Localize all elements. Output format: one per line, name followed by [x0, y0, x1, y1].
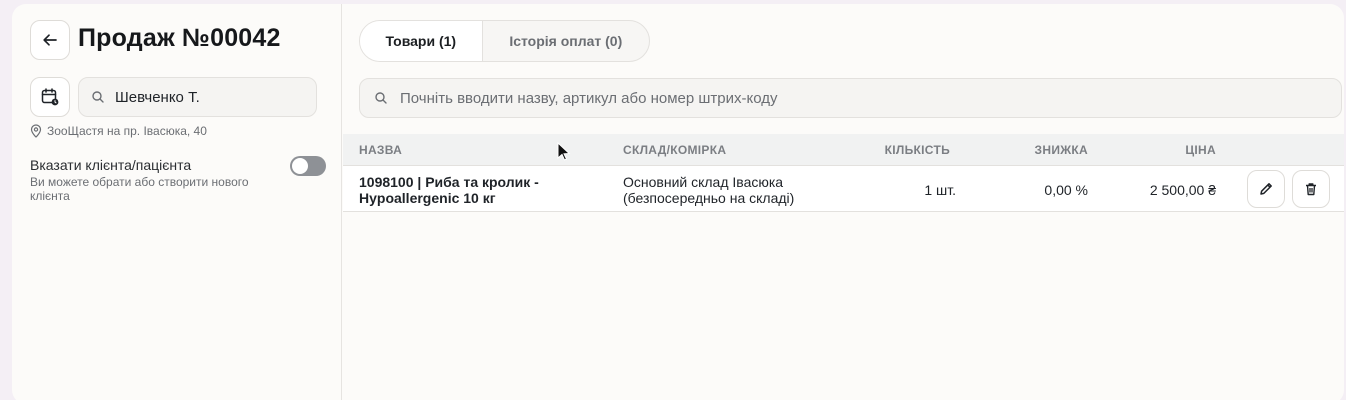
page-title: Продаж №00042 [78, 24, 281, 52]
back-button[interactable] [30, 20, 70, 60]
row-price: 2 500,00 ₴ [1149, 182, 1216, 198]
product-search-input[interactable] [400, 89, 1300, 107]
table-row[interactable]: 1098100 | Риба та кролик - Hypoallergeni… [343, 166, 1344, 212]
pencil-icon [1260, 183, 1272, 195]
column-price: ЦІНА [1185, 143, 1216, 157]
calendar-icon [41, 88, 59, 106]
delete-row-button[interactable] [1292, 170, 1330, 208]
calendar-button[interactable] [30, 77, 70, 117]
column-name: НАЗВА [359, 143, 403, 157]
sale-window: Продаж №00042 Шевченко Т. ЗооЩастя на пр… [12, 4, 1344, 400]
row-product-name: 1098100 | Риба та кролик - Hypoallergeni… [359, 174, 539, 206]
store-location: ЗооЩастя на пр. Івасюка, 40 [30, 124, 207, 138]
tab-products[interactable]: Товари (1) [360, 21, 483, 61]
sale-tabs: Товари (1) Історія оплат (0) [359, 20, 650, 62]
edit-row-button[interactable] [1247, 170, 1285, 208]
tab-payment-history[interactable]: Історія оплат (0) [483, 21, 649, 61]
column-qty: КІЛЬКІСТЬ [884, 143, 950, 157]
trash-icon [1306, 183, 1316, 196]
column-store: СКЛАД/КОМІРКА [623, 143, 727, 157]
location-pin-icon [30, 124, 42, 138]
search-icon [375, 92, 387, 104]
row-store: Основний склад Івасюка (безпосередньо на… [623, 174, 795, 206]
client-toggle-switch[interactable] [290, 156, 326, 176]
sale-sidebar: Продаж №00042 Шевченко Т. ЗооЩастя на пр… [12, 4, 342, 400]
arrow-left-icon [43, 34, 57, 46]
store-location-text: ЗооЩастя на пр. Івасюка, 40 [47, 124, 207, 138]
row-qty: 1 шт. [924, 182, 956, 198]
mouse-cursor-icon [557, 142, 571, 161]
client-toggle-label: Вказати клієнта/пацієнта [30, 157, 192, 173]
client-search-input[interactable]: Шевченко Т. [78, 77, 317, 117]
search-icon [92, 91, 104, 103]
toggle-knob [292, 158, 308, 174]
client-toggle-hint: Ви можете обрати або створити нового клі… [30, 175, 249, 203]
table-header: НАЗВА СКЛАД/КОМІРКА КІЛЬКІСТЬ ЗНИЖКА ЦІН… [343, 134, 1344, 166]
client-search-value: Шевченко Т. [115, 88, 200, 106]
sale-main: Товари (1) Історія оплат (0) НАЗВА СКЛАД… [343, 4, 1344, 400]
column-discount: ЗНИЖКА [1034, 143, 1088, 157]
product-search-field[interactable] [359, 78, 1342, 118]
row-discount: 0,00 % [1044, 182, 1088, 198]
